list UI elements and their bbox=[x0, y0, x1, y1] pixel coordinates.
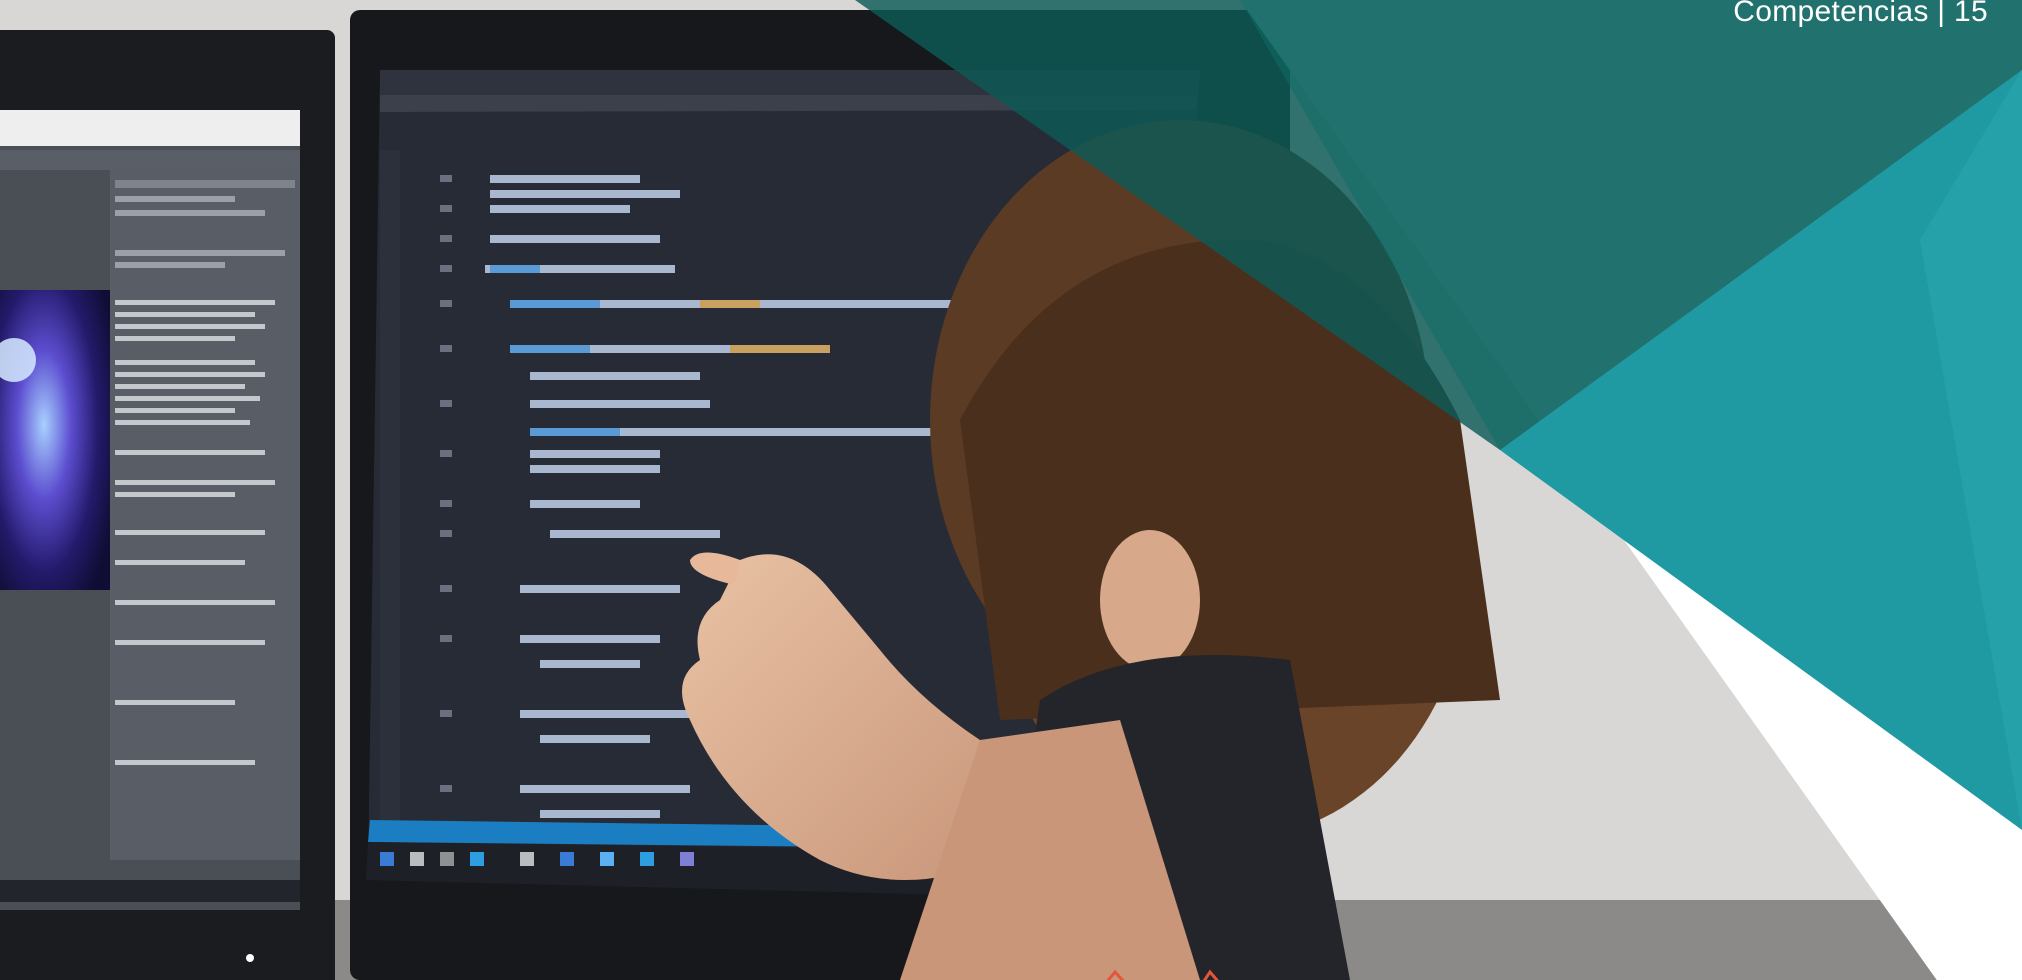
nebula-scene bbox=[0, 290, 110, 590]
page: Competencias | 15 bbox=[0, 0, 2022, 980]
left-monitor bbox=[0, 30, 335, 980]
page-number-label: Competencias | 15 bbox=[1733, 0, 1988, 28]
photo-collage bbox=[0, 0, 2022, 980]
